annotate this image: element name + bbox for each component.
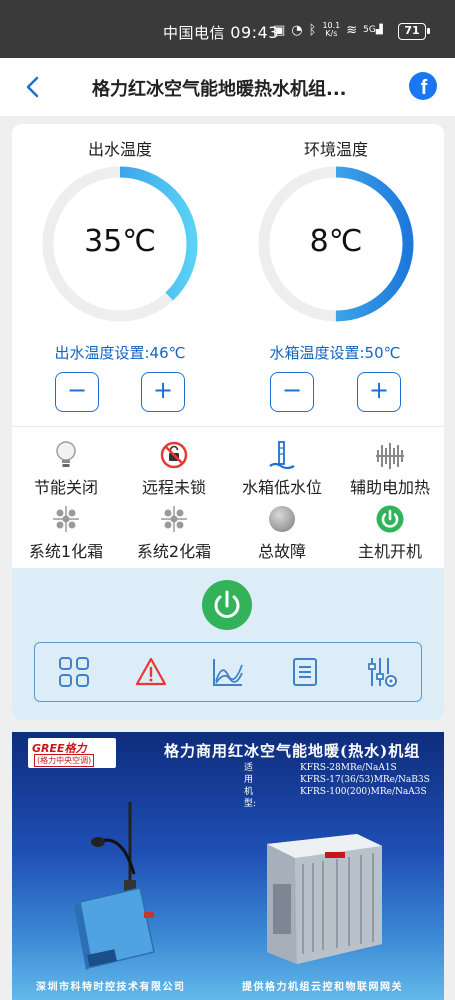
water-level-icon <box>228 438 336 472</box>
power-icon <box>214 590 240 618</box>
ambient-temp-label: 环境温度 <box>303 140 368 159</box>
carrier-label: 中国电信 <box>163 24 226 42</box>
back-chevron-icon[interactable] <box>22 75 46 99</box>
nfc-icon: ▣ <box>273 22 286 38</box>
status-defrost-1: 系统1化霜 <box>12 502 120 562</box>
chart-icon[interactable] <box>208 652 248 692</box>
status-label: 系统2化霜 <box>136 542 212 561</box>
status-aux-heater: 辅助电加热 <box>336 438 444 498</box>
power-button[interactable] <box>202 580 252 630</box>
facebook-icon[interactable]: f <box>409 72 437 100</box>
divider <box>12 426 444 427</box>
outlet-setpoint-label: 出水温度设置:46℃ <box>54 344 186 362</box>
tank-setpoint-label: 水箱温度设置:50℃ <box>269 344 401 362</box>
fault-icon <box>228 502 336 536</box>
status-label: 主机开机 <box>357 542 422 561</box>
gateway-device-illustration <box>74 802 155 970</box>
signal-label: 5G <box>363 25 376 35</box>
dnd-icon: ◔ <box>291 22 303 38</box>
gree-logo: GREE格力 (格力中央空调) <box>28 738 116 768</box>
tank-decrease-button[interactable]: − <box>270 372 314 412</box>
heater-icon <box>336 438 444 472</box>
status-carrier-time: 中国电信 09:43 <box>163 22 279 43</box>
model-item: KFRS-17(36/53)MRe/NaB3S <box>300 775 430 785</box>
status-defrost-2: 系统2化霜 <box>120 502 228 562</box>
defrost-icon <box>120 502 228 536</box>
warning-icon[interactable] <box>131 652 171 692</box>
status-general-fault: 总故障 <box>228 502 336 562</box>
power-on-icon <box>336 502 444 536</box>
control-panel <box>12 568 444 720</box>
device-card: 出水温度 环境温度 35℃ 8℃ 出水温度设置:46℃ 水箱温度设置:50℃ −… <box>12 124 444 720</box>
status-tank-low-water: 水箱低水位 <box>228 438 336 498</box>
net-speed: 10.1 K/s <box>322 22 340 38</box>
function-toolbar <box>34 642 422 702</box>
outlet-temp-value: 35℃ <box>84 224 156 259</box>
app-bar: 格力红冰空气能地暖热水机组... <box>0 58 455 116</box>
status-label: 远程未锁 <box>141 478 206 497</box>
status-bar: 中国电信 09:43 ▣ ◔ ᛒ 10.1 K/s ≋ 5G▟ 71 <box>0 0 455 58</box>
status-icons: ▣ ◔ ᛒ 10.1 K/s ≋ 5G▟ <box>273 22 383 38</box>
banner-company: 深圳市科特时控技术有限公司 <box>36 982 186 993</box>
ambient-temp-value: 8℃ <box>309 224 363 259</box>
banner-service: 提供格力机组云控和物联网网关 <box>242 982 403 993</box>
banner-title: 格力商用红冰空气能地暖(热水)机组 <box>164 742 421 760</box>
unlocked-icon <box>120 438 228 472</box>
status-label: 辅助电加热 <box>349 478 430 497</box>
status-label: 节能关闭 <box>33 478 98 497</box>
status-label: 系统1化霜 <box>28 542 104 561</box>
defrost-icon <box>12 502 120 536</box>
outlet-increase-button[interactable]: + <box>141 372 185 412</box>
net-speed-unit: K/s <box>325 29 338 38</box>
bulb-icon <box>12 438 120 472</box>
wifi-icon: ≋ <box>346 22 358 38</box>
bluetooth-icon: ᛒ <box>308 22 317 38</box>
outlet-decrease-button[interactable]: − <box>55 372 99 412</box>
signal-icon: 5G▟ <box>363 25 383 35</box>
brand-sub: (格力中央空调) <box>34 754 95 767</box>
battery-icon: 71 <box>398 23 430 40</box>
page-title: 格力红冰空气能地暖热水机组... <box>92 79 347 100</box>
list-icon[interactable] <box>285 652 325 692</box>
model-item: KFRS-100(200)MRe/NaA3S <box>300 787 427 797</box>
grid-icon[interactable] <box>54 652 94 692</box>
models-label: 适用机型: <box>244 763 257 809</box>
status-unit-running: 主机开机 <box>336 502 444 562</box>
status-remote-lock: 远程未锁 <box>120 438 228 498</box>
heat-pump-unit-illustration <box>267 834 382 964</box>
model-item: KFRS-28MRe/NaA1S <box>300 763 397 773</box>
svg-text:f: f <box>421 77 428 99</box>
promo-banner[interactable]: GREE格力 (格力中央空调) 格力商用红冰空气能地暖(热水)机组 适用机型: … <box>12 732 444 1000</box>
clock: 09:43 <box>230 23 279 42</box>
outlet-temp-label: 出水温度 <box>87 140 152 159</box>
tank-increase-button[interactable]: + <box>357 372 401 412</box>
status-label: 水箱低水位 <box>241 478 322 497</box>
status-energy-saving: 节能关闭 <box>12 438 120 498</box>
settings-icon[interactable] <box>362 652 402 692</box>
status-label: 总故障 <box>257 542 306 561</box>
